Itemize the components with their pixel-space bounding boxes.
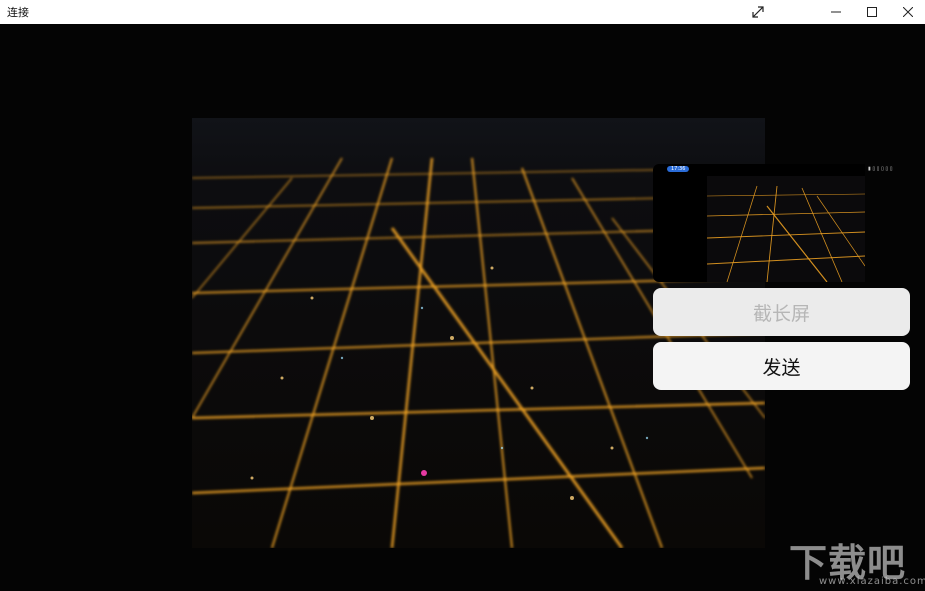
maximize-button[interactable] <box>854 0 890 24</box>
close-icon <box>903 7 913 17</box>
maximize-icon <box>867 7 877 17</box>
long-screenshot-button[interactable]: 截长屏 <box>653 288 910 336</box>
fullscreen-button[interactable] <box>740 0 776 24</box>
minimize-button[interactable] <box>818 0 854 24</box>
screenshot-preview[interactable]: 17:36 <box>653 164 865 282</box>
send-button[interactable]: 发送 <box>653 342 910 390</box>
preview-image <box>707 176 865 282</box>
preview-status-icons: ▮ ▯ ▯ ▯ ▯ ▯ <box>868 166 893 172</box>
preview-time: 17:36 <box>667 166 690 172</box>
preview-status-bar: 17:36 <box>667 166 690 172</box>
watermark-url: www.xiazaiba.com <box>819 576 925 587</box>
expand-icon <box>752 6 764 18</box>
title-bar: 连接 <box>0 0 925 24</box>
window-title: 连接 <box>7 6 29 19</box>
minimize-icon <box>831 7 841 17</box>
watermark-logo: 下载吧 www.xiazaiba.com <box>789 532 925 590</box>
close-button[interactable] <box>890 0 925 24</box>
